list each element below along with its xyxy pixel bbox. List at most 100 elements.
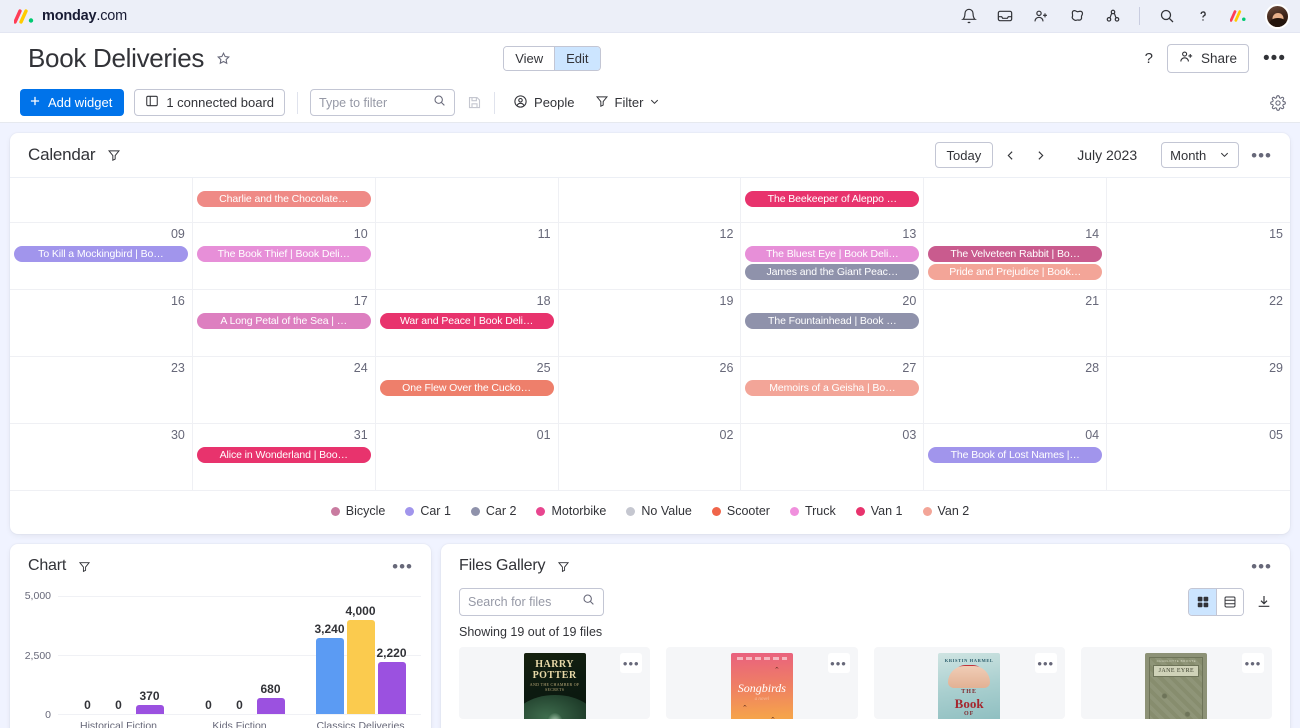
grid-view-icon[interactable] [1189,589,1216,615]
calendar-day-cell[interactable] [559,178,742,223]
people-filter-button[interactable]: People [507,89,580,116]
calendar-day-cell[interactable]: 21 [924,290,1107,357]
filter-input[interactable] [319,96,429,110]
monday-apps-icon[interactable] [1229,7,1248,26]
calendar-event[interactable]: The Velveteen Rabbit | Bo… [928,246,1102,262]
calendar-view-select[interactable]: Month [1161,142,1239,168]
connected-board-button[interactable]: 1 connected board [134,89,285,116]
calendar-day-cell[interactable]: 24 [193,357,376,424]
view-mode-button[interactable]: View [504,47,554,70]
filter-search-box[interactable] [310,89,455,116]
gallery-file-card[interactable]: HARRYPOTTERAND THE CHAMBER OF SECRETS ••… [459,647,650,719]
chart-filter-icon[interactable] [78,560,91,573]
star-icon[interactable] [216,51,231,66]
add-widget-button[interactable]: Add widget [20,89,124,116]
calendar-day-cell[interactable]: 01 [376,424,559,491]
calendar-legend-item[interactable]: Car 2 [471,504,517,518]
calendar-legend-item[interactable]: Van 1 [856,504,903,518]
calendar-day-cell[interactable]: 04The Book of Lost Names |… [924,424,1107,491]
chart-bar[interactable] [257,698,285,714]
invite-member-icon[interactable] [1031,7,1050,26]
inbox-icon[interactable] [995,7,1014,26]
calendar-day-cell[interactable]: The Beekeeper of Aleppo … [741,178,924,223]
calendar-day-cell[interactable]: 30 [10,424,193,491]
calendar-day-cell[interactable]: 16 [10,290,193,357]
today-button[interactable]: Today [935,142,994,168]
calendar-day-cell[interactable]: 29 [1107,357,1290,424]
calendar-day-cell[interactable] [924,178,1107,223]
calendar-event[interactable]: James and the Giant Peac… [745,264,919,280]
calendar-day-cell[interactable]: 22 [1107,290,1290,357]
calendar-event[interactable]: Memoirs of a Geisha | Bo… [745,380,919,396]
download-icon[interactable] [1256,594,1272,610]
notification-bell-icon[interactable] [959,7,978,26]
file-card-more-button[interactable]: ••• [1242,653,1264,673]
calendar-day-cell[interactable]: 18War and Peace | Book Deli… [376,290,559,357]
calendar-day-cell[interactable] [10,178,193,223]
calendar-event[interactable]: The Beekeeper of Aleppo … [745,191,919,207]
file-card-more-button[interactable]: ••• [1035,653,1057,673]
chart-bar[interactable] [378,662,406,714]
page-help-icon[interactable]: ? [1145,50,1153,67]
gallery-search-input[interactable] [468,595,578,609]
file-card-more-button[interactable]: ••• [828,653,850,673]
calendar-legend-item[interactable]: Van 2 [923,504,970,518]
file-card-more-button[interactable]: ••• [620,653,642,673]
gallery-more-button[interactable]: ••• [1251,558,1272,575]
gallery-filter-icon[interactable] [557,560,570,573]
calendar-day-cell[interactable]: 15 [1107,223,1290,290]
user-avatar[interactable] [1265,4,1290,29]
calendar-day-cell[interactable]: 31Alice in Wonderland | Boo… [193,424,376,491]
calendar-event[interactable]: Alice in Wonderland | Boo… [197,447,371,463]
calendar-day-cell[interactable]: 26 [559,357,742,424]
dashboard-settings-icon[interactable] [1270,95,1286,111]
next-month-button[interactable] [1027,142,1053,168]
calendar-legend-item[interactable]: Truck [790,504,836,518]
calendar-day-cell[interactable]: 27Memoirs of a Geisha | Bo… [741,357,924,424]
calendar-day-cell[interactable]: 25One Flew Over the Cucko… [376,357,559,424]
monday-logo[interactable]: monday.com [14,8,127,24]
calendar-event[interactable]: One Flew Over the Cucko… [380,380,554,396]
chart-bar[interactable] [347,620,375,714]
list-view-icon[interactable] [1216,589,1243,615]
apps-icon[interactable] [1103,7,1122,26]
calendar-day-cell[interactable]: 19 [559,290,742,357]
calendar-day-cell[interactable]: 17A Long Petal of the Sea | … [193,290,376,357]
save-filter-icon[interactable] [467,95,482,110]
calendar-legend-item[interactable]: Car 1 [405,504,451,518]
gallery-file-card[interactable]: KRISTIN HARMEL THEBook OFLost Names ••• [874,647,1065,719]
edit-mode-button[interactable]: Edit [554,47,599,70]
calendar-day-cell[interactable] [1107,178,1290,223]
calendar-day-cell[interactable] [376,178,559,223]
gallery-file-card[interactable]: Songbirdsa novel Christy ••• [666,647,857,719]
calendar-event[interactable]: The Book Thief | Book Deli… [197,246,371,262]
calendar-day-cell[interactable]: 05 [1107,424,1290,491]
gallery-file-card[interactable]: CHARLOTTE BRONTE JANE EYRE ••• [1081,647,1272,719]
share-button[interactable]: Share [1167,44,1249,73]
calendar-day-cell[interactable]: Charlie and the Chocolate… [193,178,376,223]
calendar-day-cell[interactable]: 13The Bluest Eye | Book Deli…James and t… [741,223,924,290]
calendar-event[interactable]: Pride and Prejudice | Book… [928,264,1102,280]
workspace-icon[interactable] [1067,7,1086,26]
calendar-day-cell[interactable]: 09To Kill a Mockingbird | Bo… [10,223,193,290]
help-icon[interactable] [1193,7,1212,26]
calendar-filter-icon[interactable] [107,148,121,162]
calendar-event[interactable]: The Fountainhead | Book … [745,313,919,329]
calendar-event[interactable]: The Bluest Eye | Book Deli… [745,246,919,262]
calendar-day-cell[interactable]: 11 [376,223,559,290]
chart-more-button[interactable]: ••• [392,558,413,575]
filter-button[interactable]: Filter [589,89,667,116]
calendar-event[interactable]: To Kill a Mockingbird | Bo… [14,246,188,262]
calendar-day-cell[interactable]: 14The Velveteen Rabbit | Bo…Pride and Pr… [924,223,1107,290]
calendar-day-cell[interactable]: 20The Fountainhead | Book … [741,290,924,357]
prev-month-button[interactable] [997,142,1023,168]
calendar-event[interactable]: Charlie and the Chocolate… [197,191,371,207]
calendar-legend-item[interactable]: Bicycle [331,504,386,518]
calendar-legend-item[interactable]: Motorbike [536,504,606,518]
calendar-event[interactable]: War and Peace | Book Deli… [380,313,554,329]
search-icon[interactable] [1157,7,1176,26]
calendar-event[interactable]: A Long Petal of the Sea | … [197,313,371,329]
gallery-search-box[interactable] [459,588,604,616]
calendar-day-cell[interactable]: 10The Book Thief | Book Deli… [193,223,376,290]
page-more-button[interactable]: ••• [1263,49,1286,68]
